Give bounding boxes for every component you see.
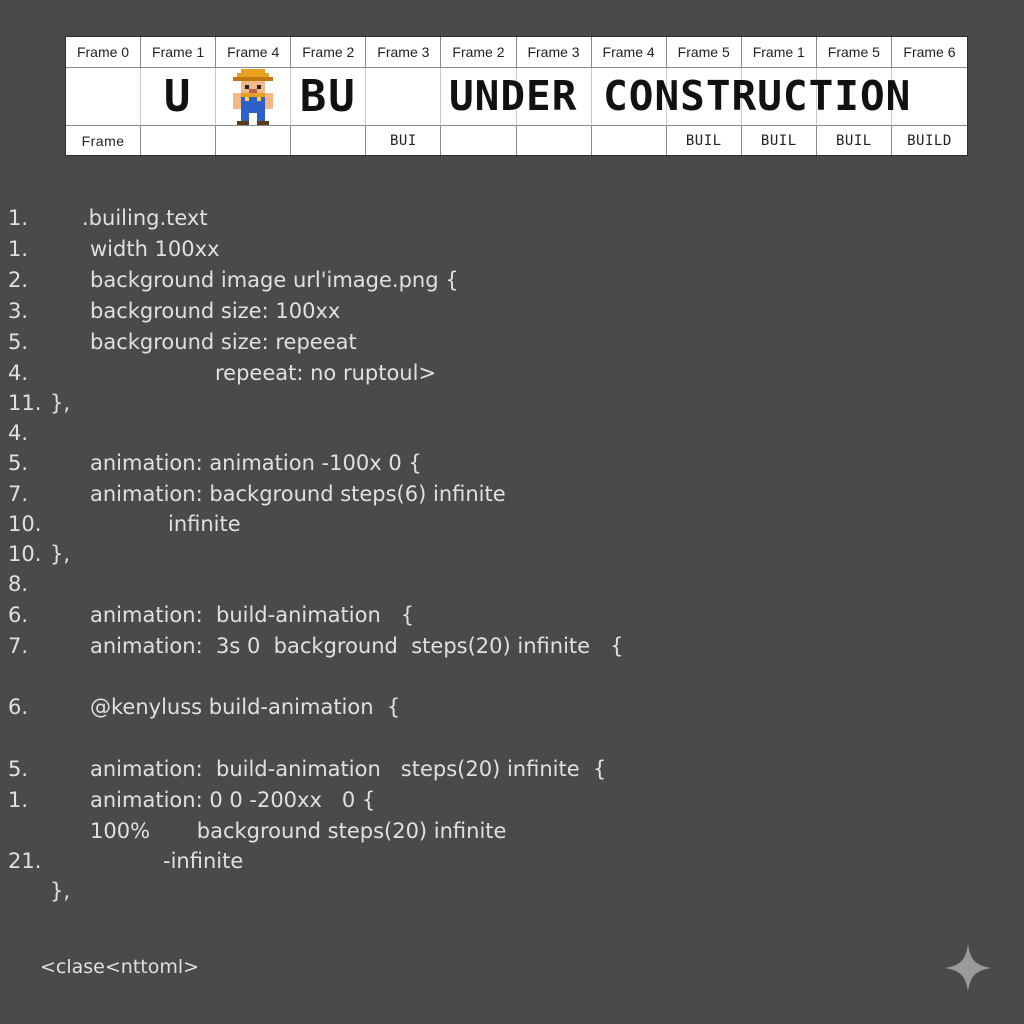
line-number: 2. <box>8 268 29 292</box>
code-text: infinite <box>168 512 241 536</box>
line-number: 21. <box>8 849 42 873</box>
code-text: background size: 100xx <box>90 299 341 323</box>
frame-header: Frame 4 <box>591 37 667 68</box>
frame-sprite <box>816 68 892 126</box>
code-text: animation: background steps(6) infinite <box>90 482 506 506</box>
frame-header: Frame 2 <box>291 37 367 68</box>
frame-footer <box>141 126 217 155</box>
frame-footer: BUIL <box>742 126 817 155</box>
code-text: animation: animation -100x 0 { <box>90 451 422 475</box>
sprite-sheet: Frame 0 Frame 1 Frame 4 Frame 2 Frame 3 … <box>65 36 968 156</box>
frame-footer <box>592 126 667 155</box>
code-text: 100% background steps(20) infinite <box>90 819 507 843</box>
frame-header: Frame 3 <box>366 37 442 68</box>
code-text: }, <box>50 542 71 566</box>
frame-sprite: U <box>141 68 217 126</box>
frame-footer <box>517 126 592 155</box>
code-text: background size: repeeat <box>90 330 357 354</box>
line-number: 10. <box>8 512 42 536</box>
code-text: background image url'image.png { <box>90 268 459 292</box>
frame-header: Frame 0 <box>66 37 142 68</box>
line-number: 5. <box>8 757 29 781</box>
frame-footer <box>291 126 367 155</box>
code-text: width 100xx <box>90 237 220 261</box>
footer-tag: <clase<nttoml> <box>40 956 200 978</box>
code-text: .builing.text <box>82 206 208 230</box>
code-text: animation: 0 0 -200xx 0 { <box>90 788 376 812</box>
code-text: animation: 3s 0 background steps(20) inf… <box>90 634 624 658</box>
frame-header: Frame 5 <box>666 37 742 68</box>
line-number: 1. <box>8 206 29 230</box>
code-text: }, <box>50 391 71 415</box>
frame-header: Frame 2 <box>441 37 517 68</box>
code-text: }, <box>50 879 71 903</box>
frame-header: Frame 1 <box>141 37 217 68</box>
line-number: 5. <box>8 330 29 354</box>
frame-sprite <box>741 68 817 126</box>
line-number: 6. <box>8 695 29 719</box>
code-text: animation: build-animation steps(20) inf… <box>90 757 607 781</box>
frame-header: Frame 6 <box>891 37 967 68</box>
frame-sprite <box>66 68 142 126</box>
line-number: 4. <box>8 421 29 445</box>
frame-footer <box>441 126 517 155</box>
code-text: animation: build-animation { <box>90 603 415 627</box>
frame-sprite <box>216 68 292 126</box>
frame-header: Frame 1 <box>741 37 817 68</box>
frame-sprite <box>666 68 742 126</box>
line-number: 7. <box>8 634 29 658</box>
line-number: 10. <box>8 542 42 566</box>
frame-footer: BUIL <box>817 126 892 155</box>
line-number: 7. <box>8 482 29 506</box>
line-number: 1. <box>8 788 29 812</box>
frame-header: Frame 3 <box>516 37 592 68</box>
frame-sprite <box>516 68 592 126</box>
frame-header: Frame 5 <box>816 37 892 68</box>
frame-sprite <box>441 68 517 126</box>
sparkle-icon <box>944 944 992 992</box>
frame-sprite <box>366 68 442 126</box>
code-text: @kenyluss build-animation { <box>90 695 401 719</box>
line-number: 3. <box>8 299 29 323</box>
frame-sprite <box>591 68 667 126</box>
line-number: 1. <box>8 237 29 261</box>
frame-footer: BUILD <box>907 132 952 149</box>
frame-footer: BUIL <box>667 126 742 155</box>
frame-header: Frame 4 <box>216 37 292 68</box>
frame-sprite: BU <box>291 68 367 126</box>
line-number: 8. <box>8 572 29 596</box>
line-number: 11. <box>8 391 42 415</box>
code-text: -infinite <box>163 849 244 873</box>
line-number: 4. <box>8 361 29 385</box>
construction-worker-icon <box>233 68 274 125</box>
frame-footer <box>216 126 292 155</box>
line-number: 5. <box>8 451 29 475</box>
code-text: repeeat: no ruptoul> <box>215 361 437 385</box>
frame-footer: BUI <box>366 126 442 155</box>
frame-footer: Frame <box>66 126 142 155</box>
line-number: 6. <box>8 603 29 627</box>
frame-sprite <box>891 68 967 126</box>
